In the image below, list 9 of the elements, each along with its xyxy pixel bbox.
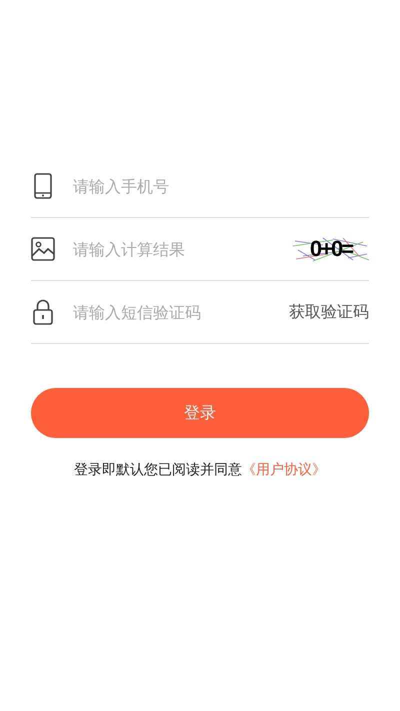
- input-field[interactable]: 请输入手机号: [73, 176, 369, 196]
- phone-icon: [31, 173, 55, 199]
- captcha-image[interactable]: 0+0=: [293, 236, 369, 262]
- agreement-text: 登录即默认您已阅读并同意: [74, 462, 242, 478]
- input-field[interactable]: 请输入计算结果: [73, 240, 293, 258]
- image-icon: [31, 237, 55, 261]
- input-field[interactable]: 请输入短信验证码: [73, 302, 289, 322]
- lock-icon: [31, 299, 55, 325]
- get-code-button[interactable]: 获取验证码: [289, 302, 369, 322]
